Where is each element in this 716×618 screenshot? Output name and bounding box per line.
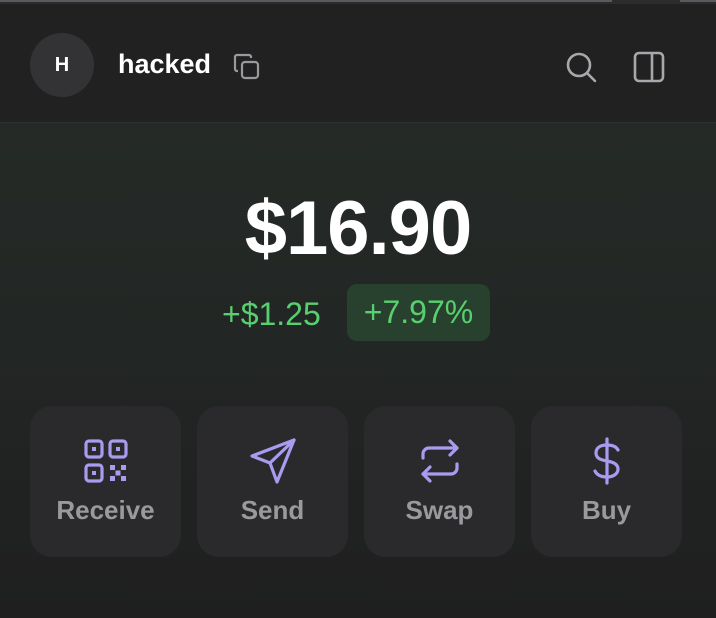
- window-top-highlight: [0, 0, 612, 2]
- sidebar-toggle-icon[interactable]: [630, 48, 668, 86]
- buy-button-label: Buy: [581, 495, 632, 525]
- account-avatar[interactable]: H: [30, 33, 94, 97]
- qr-code-icon: [81, 436, 131, 486]
- receive-button-label: Receive: [56, 495, 155, 525]
- send-button[interactable]: Send: [197, 406, 348, 557]
- search-icon[interactable]: [562, 48, 600, 86]
- wallet-main: $16.90 +$1.25 +7.97% Receive Send Swap B…: [0, 123, 716, 618]
- receive-button[interactable]: Receive: [30, 406, 181, 557]
- swap-button[interactable]: Swap: [364, 406, 515, 557]
- dollar-icon: [582, 436, 632, 486]
- balance-change-percent: +7.97%: [347, 284, 490, 341]
- swap-arrows-icon: [415, 436, 465, 486]
- send-button-label: Send: [240, 495, 305, 525]
- wallet-header: H hacked: [0, 4, 716, 123]
- balance-change-amount: +$1.25: [222, 296, 321, 332]
- balance-total: $16.90: [244, 186, 472, 271]
- buy-button[interactable]: Buy: [531, 406, 682, 557]
- account-name[interactable]: hacked: [118, 48, 211, 80]
- balance-change-row: +$1.25 +7.97%: [0, 284, 716, 342]
- window-top-highlight-right: [680, 0, 716, 2]
- paper-plane-icon: [248, 436, 298, 486]
- copy-icon[interactable]: [232, 52, 262, 82]
- swap-button-label: Swap: [405, 495, 474, 525]
